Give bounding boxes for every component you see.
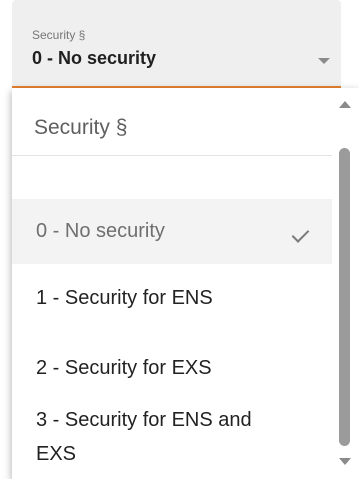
option-security-exs[interactable]: 2 - Security for EXS (12, 329, 332, 391)
scrollbar-thumb[interactable] (339, 148, 350, 446)
scroll-down-icon[interactable] (339, 458, 351, 465)
option-label-line2: EXS (36, 443, 77, 465)
dropdown-header: Security § (12, 88, 332, 156)
option-label: 1 - Security for ENS (36, 287, 213, 309)
option-label: 2 - Security for EXS (36, 357, 212, 379)
security-select[interactable]: Security § 0 - No security (12, 0, 341, 88)
option-security-ens[interactable]: 1 - Security for ENS (12, 264, 332, 329)
option-security-ens-exs[interactable]: 3 - Security for ENS and EXS (12, 391, 332, 479)
dropdown-arrow-icon[interactable] (318, 58, 330, 64)
checkmark-icon (291, 225, 310, 243)
security-dropdown-panel: Security § 0 - No security 1 - Security … (12, 88, 359, 479)
dropdown-header-label: Security § (34, 116, 128, 139)
scroll-up-icon[interactable] (339, 101, 351, 108)
option-no-security[interactable]: 0 - No security (12, 199, 332, 264)
security-select-label: Security § (32, 28, 86, 42)
option-label: 0 - No security (36, 220, 165, 242)
option-label-line1: 3 - Security for ENS and (36, 409, 252, 431)
security-select-value: 0 - No security (32, 48, 157, 68)
